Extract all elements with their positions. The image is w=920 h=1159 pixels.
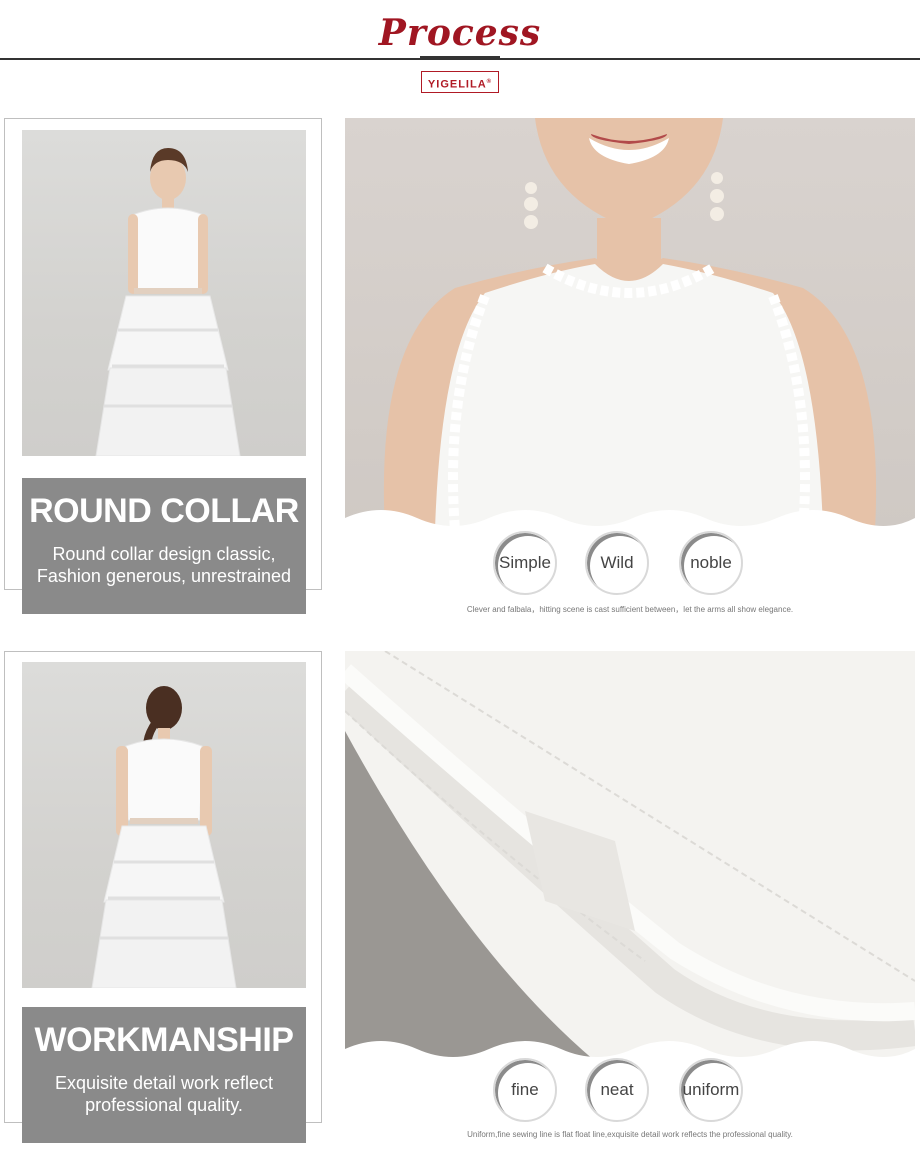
tag-noble: noble (679, 531, 743, 595)
feature-desc-line-1: Round collar design classic, (52, 544, 276, 564)
brand-logo: YIGELILA® (421, 71, 499, 93)
page-title: Process (378, 12, 542, 54)
model-back-figure (91, 686, 237, 988)
feature-label-workmanship: WORKMANSHIP Exquisite detail work reflec… (22, 1007, 306, 1143)
feature-title: WORKMANSHIP (34, 1021, 294, 1059)
feature-label-round-collar: ROUND COLLAR Round collar design classic… (22, 478, 306, 614)
feature-desc-line-2: professional quality. (85, 1095, 243, 1115)
caption-section-1: Clever and falbala，hitting scene is cast… (466, 605, 794, 614)
model-front-figure (95, 148, 241, 456)
tag-neat: neat (585, 1058, 649, 1122)
tag-uniform: uniform (679, 1058, 743, 1122)
seam-closeup-figure (345, 651, 915, 1061)
tag-simple: Simple (493, 531, 557, 595)
caption-section-2: Uniform,fine sewing line is flat float l… (467, 1130, 793, 1139)
collar-closeup-figure (345, 118, 915, 530)
feature-title: ROUND COLLAR (29, 492, 299, 530)
brand-name: YIGELILA (427, 78, 487, 91)
tag-wild: Wild (585, 531, 649, 595)
header-divider-accent (420, 56, 500, 59)
feature-desc-line-1: Exquisite detail work reflect (54, 1073, 274, 1093)
seam-detail-photo (345, 651, 915, 1061)
front-view-photo (22, 130, 306, 456)
tag-fine: fine (493, 1058, 557, 1122)
feature-desc-line-2: Fashion generous, unrestrained (36, 566, 292, 586)
registered-mark: ® (486, 79, 493, 85)
collar-detail-photo (345, 118, 915, 530)
back-view-photo (22, 662, 306, 988)
